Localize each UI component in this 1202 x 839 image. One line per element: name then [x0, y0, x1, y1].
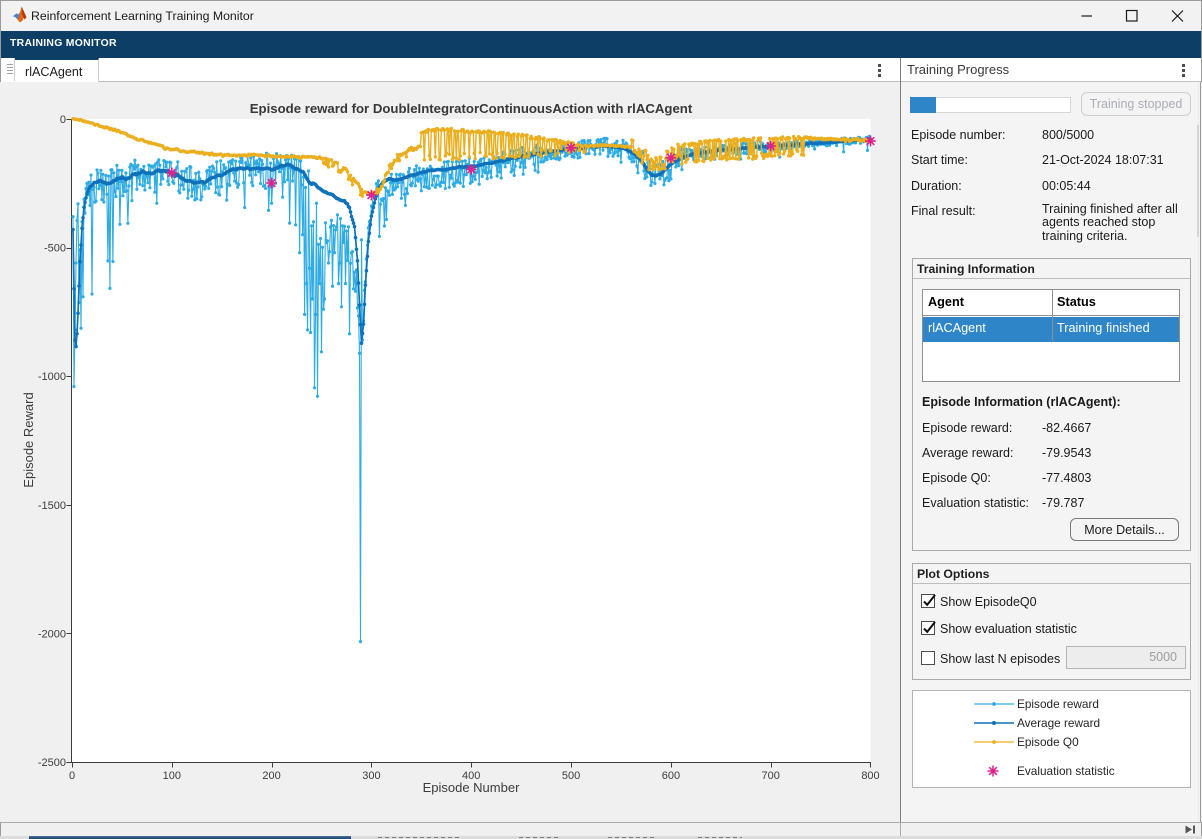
svg-text:300: 300: [362, 770, 380, 782]
svg-text:Evaluation statistic: Evaluation statistic: [1017, 764, 1115, 778]
svg-text:-2000: -2000: [38, 628, 66, 640]
svg-text:500: 500: [562, 770, 580, 782]
svg-text:800: 800: [861, 770, 879, 782]
svg-text:200: 200: [262, 770, 280, 782]
svg-text:0: 0: [69, 770, 75, 782]
svg-text:Episode Reward: Episode Reward: [21, 392, 36, 487]
svg-text:Episode Number: Episode Number: [423, 780, 520, 795]
svg-text:-1000: -1000: [38, 371, 66, 383]
svg-text:Average reward: Average reward: [1017, 716, 1100, 730]
svg-text:100: 100: [163, 770, 181, 782]
svg-text:0: 0: [60, 114, 66, 126]
svg-text:-2500: -2500: [38, 757, 66, 769]
svg-text:Episode reward: Episode reward: [1017, 697, 1099, 711]
svg-text:700: 700: [762, 770, 780, 782]
svg-text:-500: -500: [44, 243, 66, 255]
svg-text:Episode reward for DoubleInteg: Episode reward for DoubleIntegratorConti…: [250, 101, 693, 116]
svg-text:-1500: -1500: [38, 500, 66, 512]
svg-text:600: 600: [662, 770, 680, 782]
svg-text:Episode Q0: Episode Q0: [1017, 735, 1079, 749]
